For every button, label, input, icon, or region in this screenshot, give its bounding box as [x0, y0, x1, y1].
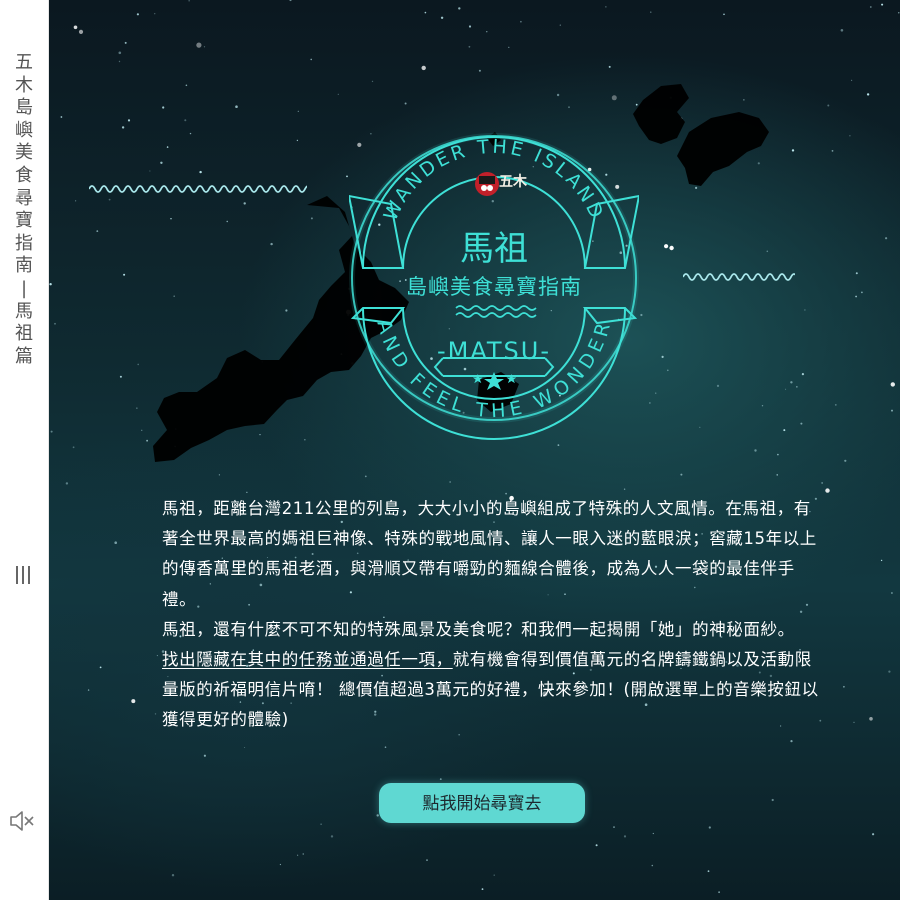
- vertical-site-title: 五木島嶼美食尋寶指南 | 馬祖篇: [0, 52, 48, 368]
- badge-wave-line: [455, 305, 537, 311]
- sidebar-title-char: 五: [15, 52, 33, 73]
- intro-description: 馬祖，距離台灣211公里的列島，大大小小的島嶼組成了特殊的人文風情。在馬祖，有著…: [162, 494, 826, 736]
- start-treasure-hunt-button[interactable]: 點我開始尋寶去: [379, 783, 585, 823]
- badge-title: 馬祖: [460, 229, 528, 269]
- sidebar-title-char: 祖: [15, 323, 33, 345]
- sidebar-title-char: 馬: [15, 300, 33, 322]
- sidebar-title-char: 食: [15, 164, 33, 186]
- badge-ribbon-text: -MATSU-: [437, 337, 551, 365]
- menu-bar: [22, 566, 24, 584]
- sidebar-title-char: 美: [15, 142, 33, 164]
- intro-paragraph-event: 找出隱藏在其中的任務並通過任一項，就有機會得到價值萬元的名牌鑄鐵鍋以及活動限量版…: [162, 645, 826, 736]
- island-right: [633, 84, 689, 144]
- wumu-mascot-logo-icon: 五木: [475, 172, 528, 196]
- sidebar-title-char: 尋: [15, 187, 33, 209]
- island-right-2: [677, 112, 769, 186]
- badge-stars-icon: [472, 372, 517, 390]
- sidebar-title-char: |: [20, 277, 28, 299]
- wave-decoration-left: [89, 185, 307, 193]
- intro-paragraph: 馬祖，距離台灣211公里的列島，大大小小的島嶼組成了特殊的人文風情。在馬祖，有著…: [162, 499, 817, 609]
- sidebar-title-char: 南: [15, 255, 33, 277]
- badge-wave-line: [455, 312, 537, 318]
- sidebar-title-char: 島: [15, 97, 33, 119]
- hero-background: WANDER THE ISLAND AND FEEL THE WONDER 五木…: [49, 0, 900, 900]
- wander-the-island-badge: WANDER THE ISLAND AND FEEL THE WONDER 五木…: [349, 133, 639, 440]
- mission-highlight-text: 找出隱藏在其中的任務並通過任一項，: [162, 650, 453, 670]
- sidebar: 五木島嶼美食尋寶指南 | 馬祖篇: [0, 0, 49, 900]
- menu-bar: [16, 566, 18, 584]
- menu-bar: [28, 566, 30, 584]
- intro-paragraph: 馬祖，還有什麼不可不知的特殊風景及美食呢？和我們一起揭開「她」的神秘面紗。: [162, 619, 795, 639]
- badge-subtitle: 島嶼美食尋寶指南: [406, 275, 582, 299]
- sidebar-title-char: 嶼: [15, 119, 33, 141]
- sidebar-title-char: 篇: [15, 345, 33, 367]
- sound-toggle-button[interactable]: [8, 808, 36, 834]
- sidebar-title-char: 木: [15, 74, 33, 96]
- menu-button[interactable]: [8, 562, 38, 588]
- sidebar-title-char: 寶: [15, 210, 33, 232]
- speaker-muted-icon: [10, 811, 34, 831]
- wave-decoration-right: [683, 273, 795, 281]
- svg-text:五木: 五木: [499, 173, 528, 190]
- sidebar-title-char: 指: [15, 232, 33, 254]
